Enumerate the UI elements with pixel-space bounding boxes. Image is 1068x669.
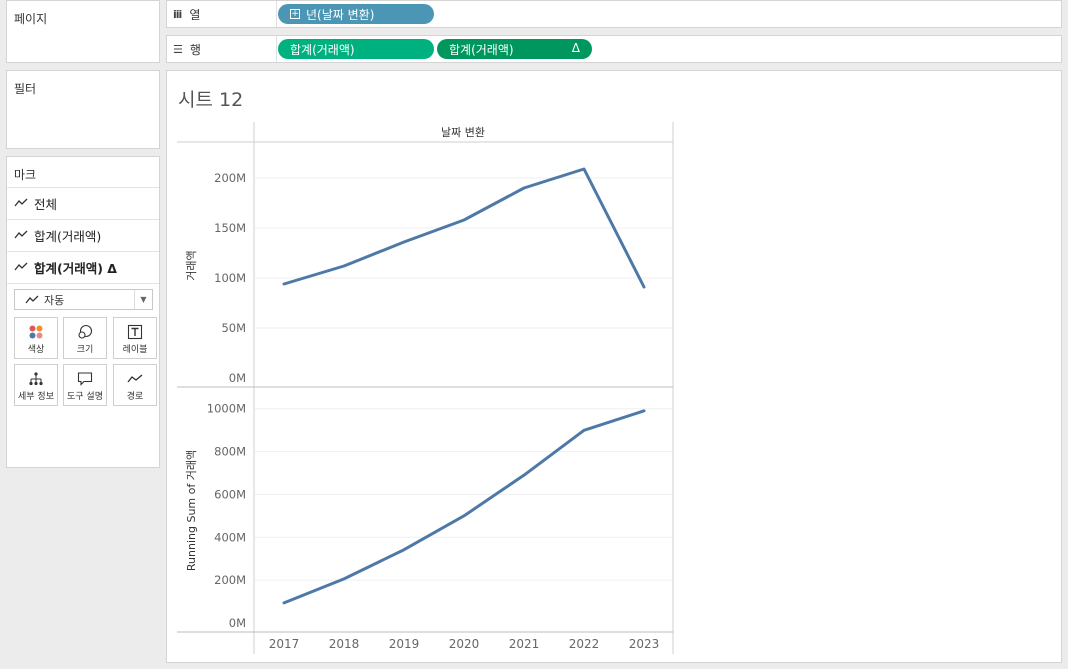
x-tick-label: 2017 bbox=[269, 637, 300, 651]
y-tick-label: 1000M bbox=[207, 402, 246, 416]
pages-title: 페이지 bbox=[14, 12, 48, 26]
x-tick-label: 2023 bbox=[629, 637, 660, 651]
y-tick-label: 50M bbox=[221, 321, 246, 335]
color-dots-icon bbox=[15, 323, 57, 341]
rows-pill-sum-delta[interactable]: 합계(거래액) Δ bbox=[437, 39, 592, 59]
columns-pill-year[interactable]: + 년(날짜 변환) bbox=[278, 4, 434, 24]
rows-pill-text: 합계(거래액) bbox=[290, 42, 355, 57]
chart-pane-1: 0M 50M 100M 150M 200M 거래액 bbox=[185, 167, 672, 385]
chart-area: 날짜 변환 0M 50M 100M 150M 200M 거래액 0M 200M 400M 600M… bbox=[177, 122, 674, 654]
x-tick-label: 2018 bbox=[329, 637, 360, 651]
y-tick-label: 400M bbox=[214, 530, 246, 544]
columns-shelf[interactable]: iii 열 + 년(날짜 변환) bbox=[166, 0, 1062, 28]
detail-button[interactable]: 세부 정보 bbox=[14, 364, 58, 406]
rows-pill-sum[interactable]: 합계(거래액) bbox=[278, 39, 434, 59]
path-button[interactable]: 경로 bbox=[113, 364, 157, 406]
size-circles-icon bbox=[64, 323, 106, 341]
color-button[interactable]: 색상 bbox=[14, 317, 58, 359]
y-tick-label: 600M bbox=[214, 487, 246, 501]
tooltip-bubble-icon bbox=[64, 370, 106, 388]
marks-card: 마크 전체 합계(거래액) 합계(거래액) Δ 자동 ▼ 색상 크기 레이블 세… bbox=[6, 156, 160, 468]
rows-shelf-label: ☰ 행 bbox=[167, 36, 277, 62]
rows-icon: ☰ bbox=[173, 42, 183, 56]
columns-icon: iii bbox=[173, 7, 182, 21]
x-tick-label: 2021 bbox=[509, 637, 540, 651]
y-tick-label: 200M bbox=[214, 573, 246, 587]
color-button-label: 색상 bbox=[27, 345, 45, 355]
detail-hierarchy-icon bbox=[15, 370, 57, 388]
marks-tab-sum-delta[interactable]: 합계(거래액) Δ bbox=[7, 251, 159, 282]
tooltip-button[interactable]: 도구 설명 bbox=[63, 364, 107, 406]
x-tick-label: 2019 bbox=[389, 637, 420, 651]
label-button[interactable]: 레이블 bbox=[113, 317, 157, 359]
columns-shelf-text: 열 bbox=[189, 7, 201, 22]
line-mark-icon bbox=[14, 198, 28, 207]
y-tick-label: 800M bbox=[214, 445, 246, 459]
path-line-icon bbox=[114, 370, 156, 388]
columns-pill-text: 년(날짜 변환) bbox=[306, 7, 375, 22]
size-button-label: 크기 bbox=[76, 345, 94, 355]
rows-pill-text: 합계(거래액) bbox=[449, 42, 514, 57]
y-tick-label: 150M bbox=[214, 221, 246, 235]
line-mark-icon bbox=[14, 230, 28, 239]
mark-type-dropdown[interactable]: 자동 ▼ bbox=[14, 289, 153, 310]
x-tick-label: 2022 bbox=[569, 637, 600, 651]
columns-shelf-label: iii 열 bbox=[167, 1, 277, 27]
expand-plus-icon[interactable]: + bbox=[290, 9, 300, 19]
column-header: 날짜 변환 bbox=[441, 126, 485, 139]
y-tick-label: 200M bbox=[214, 171, 246, 185]
marks-tab-all[interactable]: 전체 bbox=[7, 187, 159, 218]
x-tick-label: 2020 bbox=[449, 637, 480, 651]
line-mark-icon bbox=[25, 295, 39, 303]
pages-card[interactable]: 페이지 bbox=[6, 0, 160, 63]
series-line bbox=[282, 409, 646, 605]
divider bbox=[7, 283, 159, 284]
y-tick-label: 0M bbox=[229, 616, 246, 630]
rows-shelf-text: 행 bbox=[189, 42, 201, 57]
y-axis-label: 거래액 bbox=[185, 250, 198, 280]
y-tick-label: 100M bbox=[214, 271, 246, 285]
y-tick-label: 0M bbox=[229, 371, 246, 385]
tooltip-button-label: 도구 설명 bbox=[67, 392, 103, 402]
chart-pane-2: 0M 200M 400M 600M 800M 1000M Running Sum of 거래… bbox=[185, 402, 672, 630]
y-axis-label: Running Sum of 거래액 bbox=[185, 450, 198, 571]
marks-tab-label: 합계(거래액) bbox=[34, 228, 102, 244]
path-button-label: 경로 bbox=[126, 392, 144, 402]
detail-button-label: 세부 정보 bbox=[18, 392, 54, 402]
marks-tab-sum[interactable]: 합계(거래액) bbox=[7, 219, 159, 250]
line-mark-icon bbox=[14, 262, 28, 271]
marks-tab-label: 합계(거래액) Δ bbox=[34, 260, 117, 276]
size-button[interactable]: 크기 bbox=[63, 317, 107, 359]
marks-tab-label: 전체 bbox=[34, 196, 58, 212]
marks-title: 마크 bbox=[14, 168, 37, 182]
filters-title: 필터 bbox=[14, 82, 37, 96]
worksheet: 시트 12 날짜 변환 0M 50M 100M 150M 200M 거래액 0M 200M 40… bbox=[166, 70, 1062, 663]
filters-card[interactable]: 필터 bbox=[6, 70, 160, 149]
mark-type-value: 자동 bbox=[44, 293, 65, 307]
rows-shelf[interactable]: ☰ 행 합계(거래액) 합계(거래액) Δ bbox=[166, 35, 1062, 63]
chevron-down-icon[interactable]: ▼ bbox=[134, 290, 152, 309]
label-t-icon bbox=[114, 323, 156, 341]
label-button-label: 레이블 bbox=[122, 345, 148, 355]
delta-icon: Δ bbox=[571, 41, 580, 55]
